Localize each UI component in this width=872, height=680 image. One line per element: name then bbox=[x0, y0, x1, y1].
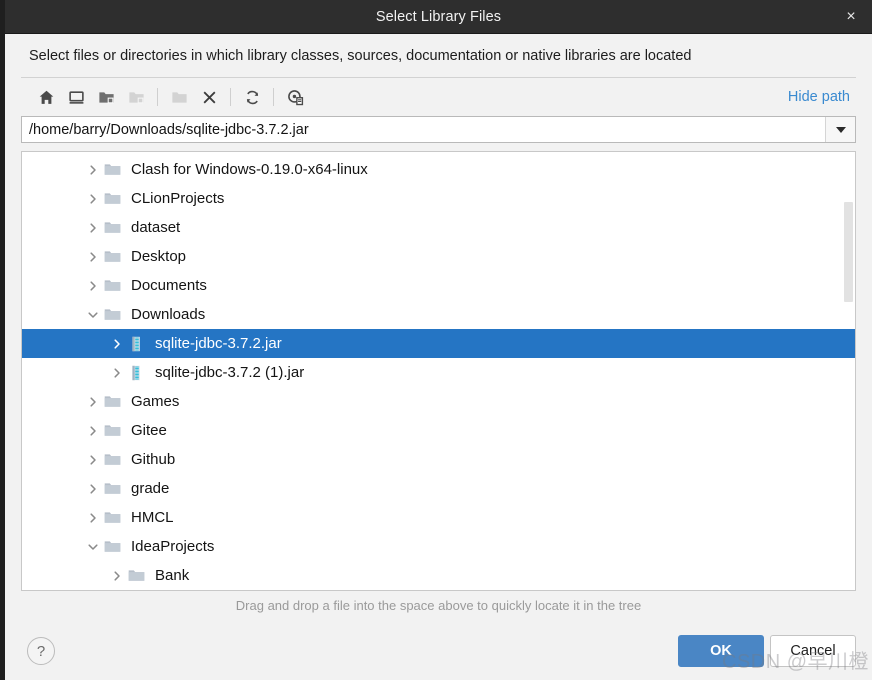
tree-row-label: Gitee bbox=[131, 422, 167, 439]
chevron-down-icon[interactable] bbox=[825, 117, 855, 142]
caret-down-glyph bbox=[835, 126, 846, 133]
close-icon[interactable]: × bbox=[838, 4, 864, 30]
folder-icon bbox=[104, 393, 126, 411]
folder-icon bbox=[104, 422, 126, 440]
chevron-right-icon[interactable] bbox=[106, 570, 128, 582]
project-folder-icon[interactable] bbox=[91, 83, 121, 111]
chevron-down-icon[interactable] bbox=[82, 541, 104, 553]
delete-icon[interactable] bbox=[194, 83, 224, 111]
help-button[interactable]: ? bbox=[27, 637, 55, 665]
tree-row[interactable]: Github bbox=[22, 445, 855, 474]
tree-scrollbar-thumb[interactable] bbox=[844, 202, 853, 302]
tree-row-label: Documents bbox=[131, 277, 207, 294]
folder-icon bbox=[104, 451, 126, 469]
tree-row[interactable]: IdeaProjects bbox=[22, 532, 855, 561]
title-bar: Select Library Files × bbox=[5, 0, 872, 34]
path-row: /home/barry/Downloads/sqlite-jdbc-3.7.2.… bbox=[17, 116, 860, 151]
home-icon[interactable] bbox=[31, 83, 61, 111]
folder-icon bbox=[104, 161, 126, 179]
tree-row[interactable]: dataset bbox=[22, 213, 855, 242]
tree-row[interactable]: HMCL bbox=[22, 503, 855, 532]
chevron-down-icon[interactable] bbox=[82, 309, 104, 321]
cancel-button[interactable]: Cancel bbox=[770, 635, 856, 667]
tree-row[interactable]: grade bbox=[22, 474, 855, 503]
tree-row-label: Desktop bbox=[131, 248, 187, 265]
toolbar-divider-2 bbox=[230, 88, 231, 106]
drag-drop-hint: Drag and drop a file into the space abov… bbox=[235, 598, 642, 613]
dialog-body: Select files or directories in which lib… bbox=[5, 34, 872, 622]
tree-row-label: sqlite-jdbc-3.7.2 (1).jar bbox=[155, 364, 305, 381]
chevron-right-icon[interactable] bbox=[82, 193, 104, 205]
tree-row-label: grade bbox=[131, 480, 170, 497]
module-folder-icon bbox=[121, 83, 151, 111]
folder-icon bbox=[104, 248, 126, 266]
tree-row[interactable]: Desktop bbox=[22, 242, 855, 271]
folder-icon bbox=[104, 480, 126, 498]
tree-row-label: Downloads bbox=[131, 306, 206, 323]
chevron-right-icon[interactable] bbox=[82, 425, 104, 437]
folder-icon bbox=[104, 219, 126, 237]
folder-icon bbox=[104, 509, 126, 527]
toolbar-divider-3 bbox=[273, 88, 274, 106]
screen: Select Library Files × Select files or d… bbox=[0, 0, 872, 680]
tree-row-label: Games bbox=[131, 393, 180, 410]
toolbar-divider-1 bbox=[157, 88, 158, 106]
tree-row[interactable]: Clash for Windows-0.19.0-x64-linux bbox=[22, 155, 855, 184]
path-combo-box[interactable]: /home/barry/Downloads/sqlite-jdbc-3.7.2.… bbox=[21, 116, 856, 143]
path-input[interactable]: /home/barry/Downloads/sqlite-jdbc-3.7.2.… bbox=[22, 117, 825, 142]
dialog-footer: ? OK Cancel bbox=[5, 622, 872, 680]
tree-row[interactable]: Gitee bbox=[22, 416, 855, 445]
tree-row-label: IdeaProjects bbox=[131, 538, 215, 555]
folder-icon bbox=[104, 277, 126, 295]
tree-scrollbar[interactable] bbox=[844, 154, 853, 588]
jar-icon bbox=[128, 335, 150, 353]
tree-row-label: sqlite-jdbc-3.7.2.jar bbox=[155, 335, 282, 352]
tree-row[interactable]: Downloads bbox=[22, 300, 855, 329]
tree-row[interactable]: sqlite-jdbc-3.7.2.jar bbox=[22, 329, 855, 358]
ok-button[interactable]: OK bbox=[678, 635, 764, 667]
chevron-right-icon[interactable] bbox=[82, 512, 104, 524]
hide-path-link[interactable]: Hide path bbox=[788, 89, 850, 105]
file-chooser-toolbar: Hide path bbox=[17, 78, 860, 116]
chevron-right-icon[interactable] bbox=[106, 338, 128, 350]
chevron-right-icon[interactable] bbox=[82, 164, 104, 176]
show-hidden-icon[interactable] bbox=[280, 83, 310, 111]
chevron-right-icon[interactable] bbox=[82, 280, 104, 292]
folder-icon bbox=[104, 190, 126, 208]
chevron-right-icon[interactable] bbox=[82, 251, 104, 263]
jar-icon bbox=[128, 364, 150, 382]
tree-row[interactable]: Games bbox=[22, 387, 855, 416]
tree-row[interactable]: sqlite-jdbc-3.7.2 (1).jar bbox=[22, 358, 855, 387]
new-folder-icon bbox=[164, 83, 194, 111]
folder-icon bbox=[128, 567, 150, 585]
chevron-right-icon[interactable] bbox=[82, 483, 104, 495]
chevron-right-icon[interactable] bbox=[106, 367, 128, 379]
tree-row[interactable]: ExampleProject bbox=[22, 590, 855, 591]
desktop-icon[interactable] bbox=[61, 83, 91, 111]
tree-row[interactable]: Bank bbox=[22, 561, 855, 590]
folder-icon bbox=[104, 306, 126, 324]
dialog-description: Select files or directories in which lib… bbox=[29, 48, 692, 64]
tree-row-label: dataset bbox=[131, 219, 181, 236]
tree-row[interactable]: CLionProjects bbox=[22, 184, 855, 213]
refresh-icon[interactable] bbox=[237, 83, 267, 111]
tree-row[interactable]: Documents bbox=[22, 271, 855, 300]
select-library-files-dialog: Select Library Files × Select files or d… bbox=[5, 0, 872, 680]
tree-row-label: Github bbox=[131, 451, 176, 468]
tree-row-label: Clash for Windows-0.19.0-x64-linux bbox=[131, 161, 368, 178]
window-title: Select Library Files bbox=[375, 8, 502, 25]
chevron-right-icon[interactable] bbox=[82, 454, 104, 466]
tree-row-label: CLionProjects bbox=[131, 190, 225, 207]
chevron-right-icon[interactable] bbox=[82, 396, 104, 408]
chevron-right-icon[interactable] bbox=[82, 222, 104, 234]
file-tree-panel[interactable]: Clash for Windows-0.19.0-x64-linux CLionP… bbox=[21, 151, 856, 591]
tree-row-label: Bank bbox=[155, 567, 190, 584]
file-tree[interactable]: Clash for Windows-0.19.0-x64-linux CLionP… bbox=[22, 152, 855, 591]
folder-icon bbox=[104, 538, 126, 556]
tree-row-label: HMCL bbox=[131, 509, 174, 526]
